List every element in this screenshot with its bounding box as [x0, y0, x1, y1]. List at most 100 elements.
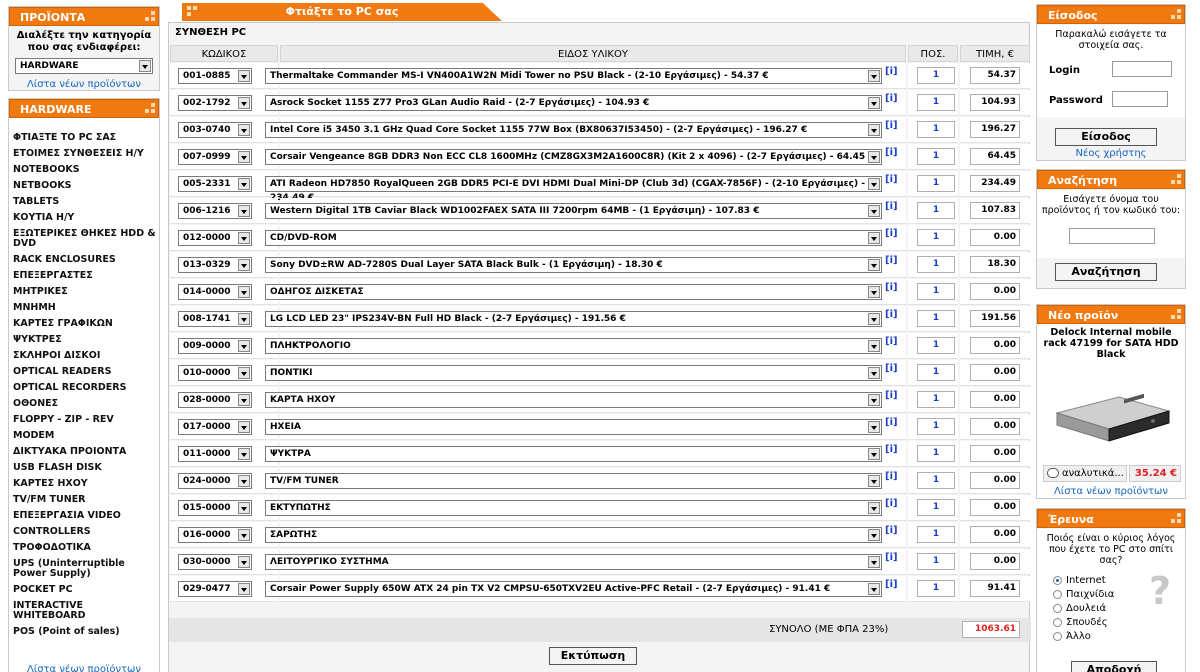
hardware-category-item[interactable]: ΟΘΟΝΕΣ [13, 396, 157, 412]
chevron-down-icon[interactable] [238, 313, 250, 325]
hardware-category-item[interactable]: ΔΙΚΤΥΑΚΑ ΠΡΟΙΟΝΤΑ [13, 444, 157, 460]
code-select[interactable]: 012-0000 [178, 230, 252, 246]
item-select[interactable]: CD/DVD-ROM [265, 230, 882, 246]
hardware-category-item[interactable]: ΕΠΕΞΕΡΓΑΣΤΕΣ [13, 268, 157, 284]
survey-option[interactable]: Σπουδές [1053, 615, 1114, 629]
info-link[interactable]: [i] [885, 471, 898, 482]
chevron-down-icon[interactable] [868, 502, 880, 514]
quantity-input[interactable]: 1 [917, 256, 955, 273]
quantity-input[interactable]: 1 [917, 310, 955, 327]
hardware-category-item[interactable]: ΕΤΟΙΜΕΣ ΣΥΝΘΕΣΕΙΣ Η/Υ [13, 146, 157, 162]
quantity-input[interactable]: 1 [917, 229, 955, 246]
search-input[interactable] [1069, 228, 1155, 244]
info-link[interactable]: [i] [885, 444, 898, 455]
hardware-category-item[interactable]: ΚΑΡΤΕΣ ΓΡΑΦΙΚΩΝ [13, 316, 157, 332]
code-select[interactable]: 013-0329 [178, 257, 252, 273]
code-select[interactable]: 010-0000 [178, 365, 252, 381]
hardware-category-item[interactable]: POS (Point of sales) [13, 624, 157, 640]
code-select[interactable]: 008-1741 [178, 311, 252, 327]
code-select[interactable]: 030-0000 [178, 554, 252, 570]
chevron-down-icon[interactable] [868, 583, 880, 595]
quantity-input[interactable]: 1 [917, 418, 955, 435]
chevron-down-icon[interactable] [238, 97, 250, 109]
chevron-down-icon[interactable] [868, 151, 880, 163]
login-input[interactable] [1112, 61, 1172, 77]
quantity-input[interactable]: 1 [917, 175, 955, 192]
chevron-down-icon[interactable] [238, 286, 250, 298]
hardware-category-item[interactable]: UPS (Uninterruptible Power Supply) [13, 556, 157, 582]
hardware-category-item[interactable]: ΨΥΚΤΡΕΣ [13, 332, 157, 348]
survey-option[interactable]: Internet [1053, 573, 1114, 587]
item-select[interactable]: ΠΛΗΚΤΡΟΛΟΓΙΟ [265, 338, 882, 354]
code-select[interactable]: 007-0999 [178, 149, 252, 165]
info-link[interactable]: [i] [885, 255, 898, 266]
info-link[interactable]: [i] [885, 525, 898, 536]
quantity-input[interactable]: 1 [917, 391, 955, 408]
hardware-category-item[interactable]: ΕΞΩΤΕΡΙΚΕΣ ΘΗΚΕΣ HDD & DVD [13, 226, 157, 252]
item-select[interactable]: ΟΔΗΓΟΣ ΔΙΣΚΕΤΑΣ [265, 284, 882, 300]
radio-icon[interactable] [1053, 589, 1062, 599]
radio-icon[interactable] [1053, 575, 1062, 585]
info-link[interactable]: [i] [885, 390, 898, 401]
hardware-category-item[interactable]: TV/FM TUNER [13, 492, 157, 508]
chevron-down-icon[interactable] [238, 529, 250, 541]
hardware-category-item[interactable]: USB FLASH DISK [13, 460, 157, 476]
chevron-down-icon[interactable] [238, 475, 250, 487]
info-link[interactable]: [i] [885, 120, 898, 131]
chevron-down-icon[interactable] [238, 583, 250, 595]
hardware-category-item[interactable]: NETBOOKS [13, 178, 157, 194]
radio-icon[interactable] [1053, 603, 1062, 613]
item-select[interactable]: Corsair Vengeance 8GB DDR3 Non ECC CL8 1… [265, 149, 882, 165]
chevron-down-icon[interactable] [238, 367, 250, 379]
quantity-input[interactable]: 1 [917, 472, 955, 489]
code-select[interactable]: 017-0000 [178, 419, 252, 435]
chevron-down-icon[interactable] [238, 394, 250, 406]
info-link[interactable]: [i] [885, 336, 898, 347]
info-link[interactable]: [i] [885, 309, 898, 320]
item-select[interactable]: ΠΟΝΤΙΚΙ [265, 365, 882, 381]
chevron-down-icon[interactable] [238, 232, 250, 244]
quantity-input[interactable]: 1 [917, 553, 955, 570]
password-input[interactable] [1112, 91, 1168, 107]
chevron-down-icon[interactable] [139, 60, 151, 72]
chevron-down-icon[interactable] [868, 70, 880, 82]
hardware-category-item[interactable]: POCKET PC [13, 582, 157, 598]
chevron-down-icon[interactable] [868, 124, 880, 136]
hardware-category-item[interactable]: ΣΚΛΗΡΟΙ ΔΙΣΚΟΙ [13, 348, 157, 364]
product-details-link[interactable]: αναλυτικά... [1043, 465, 1127, 482]
quantity-input[interactable]: 1 [917, 67, 955, 84]
quantity-input[interactable]: 1 [917, 364, 955, 381]
hardware-category-item[interactable]: ΦΤΙΑΞΤΕ ΤΟ PC ΣΑΣ [13, 130, 157, 146]
radio-icon[interactable] [1053, 617, 1062, 627]
chevron-down-icon[interactable] [868, 475, 880, 487]
hardware-category-item[interactable]: MODEM [13, 428, 157, 444]
search-button[interactable]: Αναζήτηση [1055, 263, 1157, 281]
chevron-down-icon[interactable] [868, 367, 880, 379]
hardware-category-item[interactable]: ΜΗΤΡΙΚΕΣ [13, 284, 157, 300]
new-products-link[interactable]: Λίστα νέων προϊόντων [9, 79, 159, 90]
code-select[interactable]: 006-1216 [178, 203, 252, 219]
code-select[interactable]: 002-1792 [178, 95, 252, 111]
survey-option[interactable]: Δουλειά [1053, 601, 1114, 615]
quantity-input[interactable]: 1 [917, 121, 955, 138]
hardware-category-item[interactable]: ΚΟΥΤΙΑ Η/Υ [13, 210, 157, 226]
info-link[interactable]: [i] [885, 66, 898, 77]
code-select[interactable]: 009-0000 [178, 338, 252, 354]
hardware-new-products-link[interactable]: Λίστα νέων προϊόντων [9, 664, 159, 672]
hardware-category-item[interactable]: INTERACTIVE WHITEBOARD [13, 598, 157, 624]
code-select[interactable]: 024-0000 [178, 473, 252, 489]
chevron-down-icon[interactable] [238, 205, 250, 217]
code-select[interactable]: 005-2331 [178, 176, 252, 192]
info-link[interactable]: [i] [885, 93, 898, 104]
hardware-category-item[interactable]: ΤΡΟΦΟΔΟΤΙΚΑ [13, 540, 157, 556]
info-link[interactable]: [i] [885, 498, 898, 509]
chevron-down-icon[interactable] [868, 421, 880, 433]
item-select[interactable]: ΕΚΤΥΠΩΤΗΣ [265, 500, 882, 516]
info-link[interactable]: [i] [885, 201, 898, 212]
code-select[interactable]: 028-0000 [178, 392, 252, 408]
info-link[interactable]: [i] [885, 417, 898, 428]
hardware-category-item[interactable]: ΜΝΗΜΗ [13, 300, 157, 316]
chevron-down-icon[interactable] [868, 178, 880, 190]
code-select[interactable]: 029-0477 [178, 581, 252, 597]
chevron-down-icon[interactable] [238, 178, 250, 190]
